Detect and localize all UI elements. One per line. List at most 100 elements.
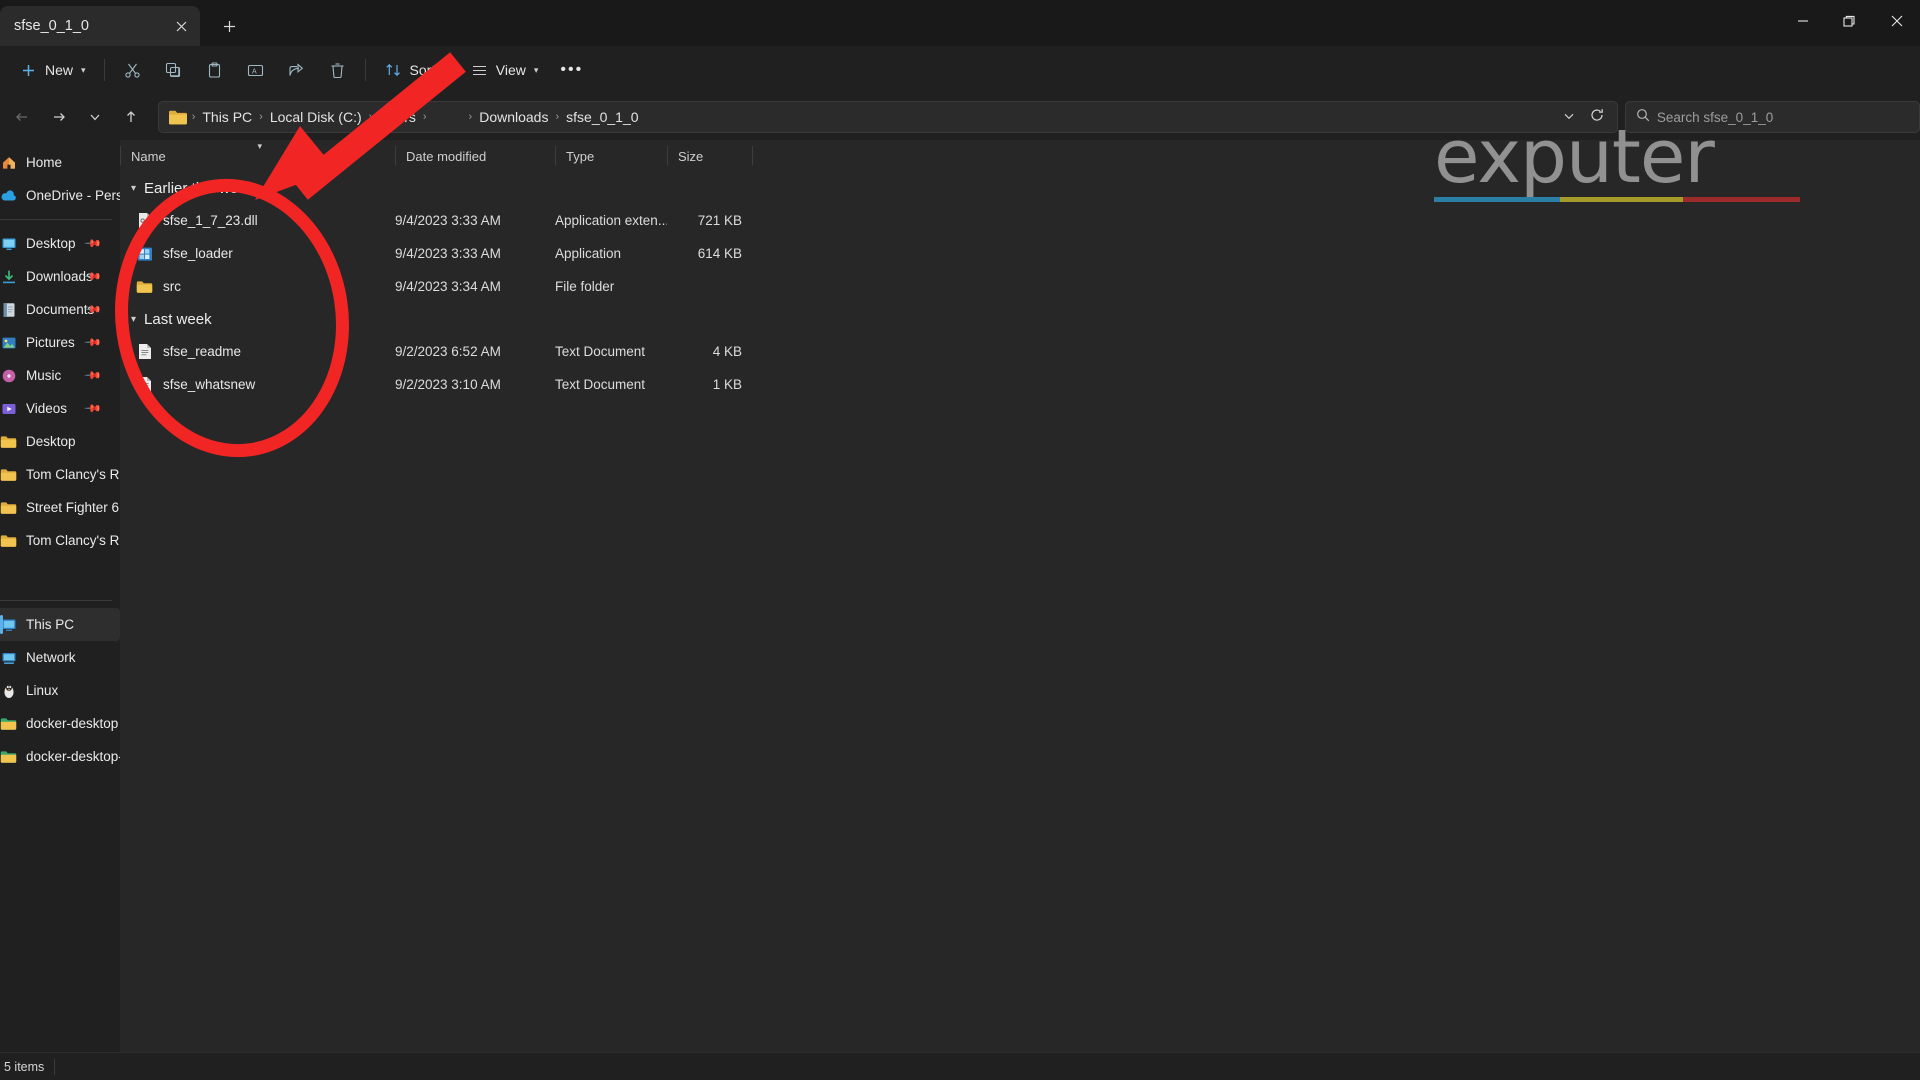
file-name: src	[163, 279, 181, 294]
breadcrumb-local-disk[interactable]: Local Disk (C:)	[264, 106, 368, 128]
sidebar-item-tom-clancys-rainbow-1[interactable]: Tom Clancy's Rainb	[0, 458, 120, 491]
sidebar-item-this-pc[interactable]: This PC	[0, 608, 120, 641]
exe-file-icon	[136, 245, 153, 262]
rename-button[interactable]: A	[235, 53, 276, 87]
view-icon	[470, 61, 489, 80]
text-file-icon	[136, 376, 153, 393]
sidebar-item-docker-desktop-data[interactable]: docker-desktop-d	[0, 740, 120, 773]
breadcrumb-separator: ›	[258, 111, 264, 123]
search-input[interactable]	[1657, 110, 1909, 125]
table-row[interactable]: sfse_1_7_23.dll 9/4/2023 3:33 AM Applica…	[120, 204, 1920, 237]
sidebar-item-docker-desktop[interactable]: docker-desktop	[0, 707, 120, 740]
chevron-down-icon: ▾	[443, 65, 448, 76]
copy-button[interactable]	[153, 53, 194, 87]
column-header-size[interactable]: Size	[667, 140, 752, 172]
sidebar-item-music[interactable]: Music 📌	[0, 359, 120, 392]
breadcrumb-separator: ›	[422, 111, 428, 123]
sidebar-item-label: Videos	[26, 401, 67, 416]
pin-icon[interactable]: 📌	[84, 366, 103, 385]
pin-icon[interactable]: 📌	[84, 333, 103, 352]
sidebar-item-tom-clancys-rainbow-2[interactable]: Tom Clancy's Rainb	[0, 524, 120, 557]
file-type: Text Document	[555, 377, 667, 392]
maximize-icon[interactable]	[1826, 0, 1873, 42]
breadcrumb-this-pc[interactable]: This PC	[196, 106, 258, 128]
desktop-icon	[0, 235, 17, 252]
forward-button[interactable]	[42, 101, 74, 134]
column-header-date-modified[interactable]: Date modified	[395, 140, 555, 172]
cut-button[interactable]	[112, 53, 153, 87]
group-header-last-week[interactable]: ▾ Last week	[120, 303, 1920, 335]
trash-icon	[328, 61, 347, 80]
status-bar: 5 items	[0, 1052, 1920, 1080]
view-button[interactable]: View ▾	[459, 53, 550, 87]
sidebar-item-downloads[interactable]: Downloads 📌	[0, 260, 120, 293]
table-row[interactable]: sfse_readme 9/2/2023 6:52 AM Text Docume…	[120, 335, 1920, 368]
sidebar-item-linux[interactable]: Linux	[0, 674, 120, 707]
tab-title: sfse_0_1_0	[14, 18, 168, 34]
share-button[interactable]	[276, 53, 317, 87]
sidebar-item-onedrive[interactable]: OneDrive - Personal	[0, 179, 120, 212]
chevron-down-icon: ▾	[534, 65, 539, 76]
breadcrumb-current-folder[interactable]: sfse_0_1_0	[560, 106, 644, 128]
refresh-icon[interactable]	[1583, 108, 1611, 126]
close-icon[interactable]	[168, 13, 194, 39]
group-header-earlier-this-week[interactable]: ▾ Earlier this week	[120, 172, 1920, 204]
videos-icon	[0, 400, 17, 417]
minimize-icon[interactable]	[1779, 0, 1826, 42]
folder-icon	[0, 466, 17, 483]
table-row[interactable]: sfse_loader 9/4/2023 3:33 AM Application…	[120, 237, 1920, 270]
column-header-name[interactable]: Name ▾	[120, 140, 395, 172]
table-row[interactable]: sfse_whatsnew 9/2/2023 3:10 AM Text Docu…	[120, 368, 1920, 401]
paste-button[interactable]	[194, 53, 235, 87]
column-header-type[interactable]: Type	[555, 140, 667, 172]
sidebar-item-desktop-folder[interactable]: Desktop	[0, 425, 120, 458]
window-close-icon[interactable]	[1873, 0, 1920, 42]
folder-icon	[0, 748, 17, 765]
documents-icon	[0, 301, 17, 318]
sidebar-item-label: docker-desktop	[26, 716, 118, 731]
toolbar-divider	[104, 59, 105, 81]
column-header-label: Size	[678, 149, 703, 164]
sidebar-item-street-fighter-6[interactable]: Street Fighter 6	[0, 491, 120, 524]
address-bar[interactable]: › This PC › Local Disk (C:) › Users › › …	[158, 101, 1618, 133]
sidebar-item-home[interactable]: Home	[0, 146, 120, 179]
status-item-count: 5 items	[4, 1060, 44, 1074]
delete-button[interactable]	[317, 53, 358, 87]
pin-icon[interactable]: 📌	[84, 399, 103, 418]
search-box[interactable]	[1625, 101, 1920, 133]
chevron-down-icon[interactable]: ▾	[131, 183, 136, 194]
tab-strip: sfse_0_1_0	[0, 0, 246, 46]
up-button[interactable]	[115, 101, 147, 134]
sidebar-item-pictures[interactable]: Pictures 📌	[0, 326, 120, 359]
sidebar-item-label: Network	[26, 650, 76, 665]
sidebar-item-desktop[interactable]: Desktop 📌	[0, 227, 120, 260]
column-header-label: Date modified	[406, 149, 486, 164]
recent-locations-button[interactable]	[79, 101, 111, 134]
file-rows: ▾ Earlier this week sfse_1_7_23.dll 9/4/…	[120, 172, 1920, 1052]
sidebar-item-network[interactable]: Network	[0, 641, 120, 674]
paste-icon	[205, 61, 224, 80]
plus-icon[interactable]	[212, 9, 246, 43]
sidebar-item-documents[interactable]: Documents 📌	[0, 293, 120, 326]
sort-button[interactable]: Sort ▾	[373, 53, 459, 87]
more-options-button[interactable]: •••	[549, 53, 594, 87]
breadcrumb-user[interactable]	[428, 114, 468, 120]
back-button[interactable]	[6, 101, 38, 134]
sidebar-item-videos[interactable]: Videos 📌	[0, 392, 120, 425]
sidebar-item-label: Desktop	[26, 236, 76, 251]
navigation-bar: › This PC › Local Disk (C:) › Users › › …	[0, 94, 1920, 140]
sidebar-divider	[0, 219, 112, 220]
chevron-down-icon[interactable]	[1555, 110, 1583, 125]
sidebar-item-label: docker-desktop-d	[26, 749, 120, 764]
chevron-down-icon[interactable]: ▾	[131, 314, 136, 325]
home-icon	[0, 154, 17, 171]
breadcrumb-downloads[interactable]: Downloads	[473, 106, 554, 128]
table-row[interactable]: src 9/4/2023 3:34 AM File folder	[120, 270, 1920, 303]
sidebar-spacer	[0, 557, 120, 593]
sidebar-item-label: Tom Clancy's Rainb	[26, 533, 120, 548]
tab-sfse-0-1-0[interactable]: sfse_0_1_0	[0, 6, 200, 46]
new-button[interactable]: New ▾	[8, 53, 97, 87]
breadcrumb-users[interactable]: Users	[373, 106, 422, 128]
pin-icon[interactable]: 📌	[84, 234, 103, 253]
folder-icon	[0, 715, 17, 732]
